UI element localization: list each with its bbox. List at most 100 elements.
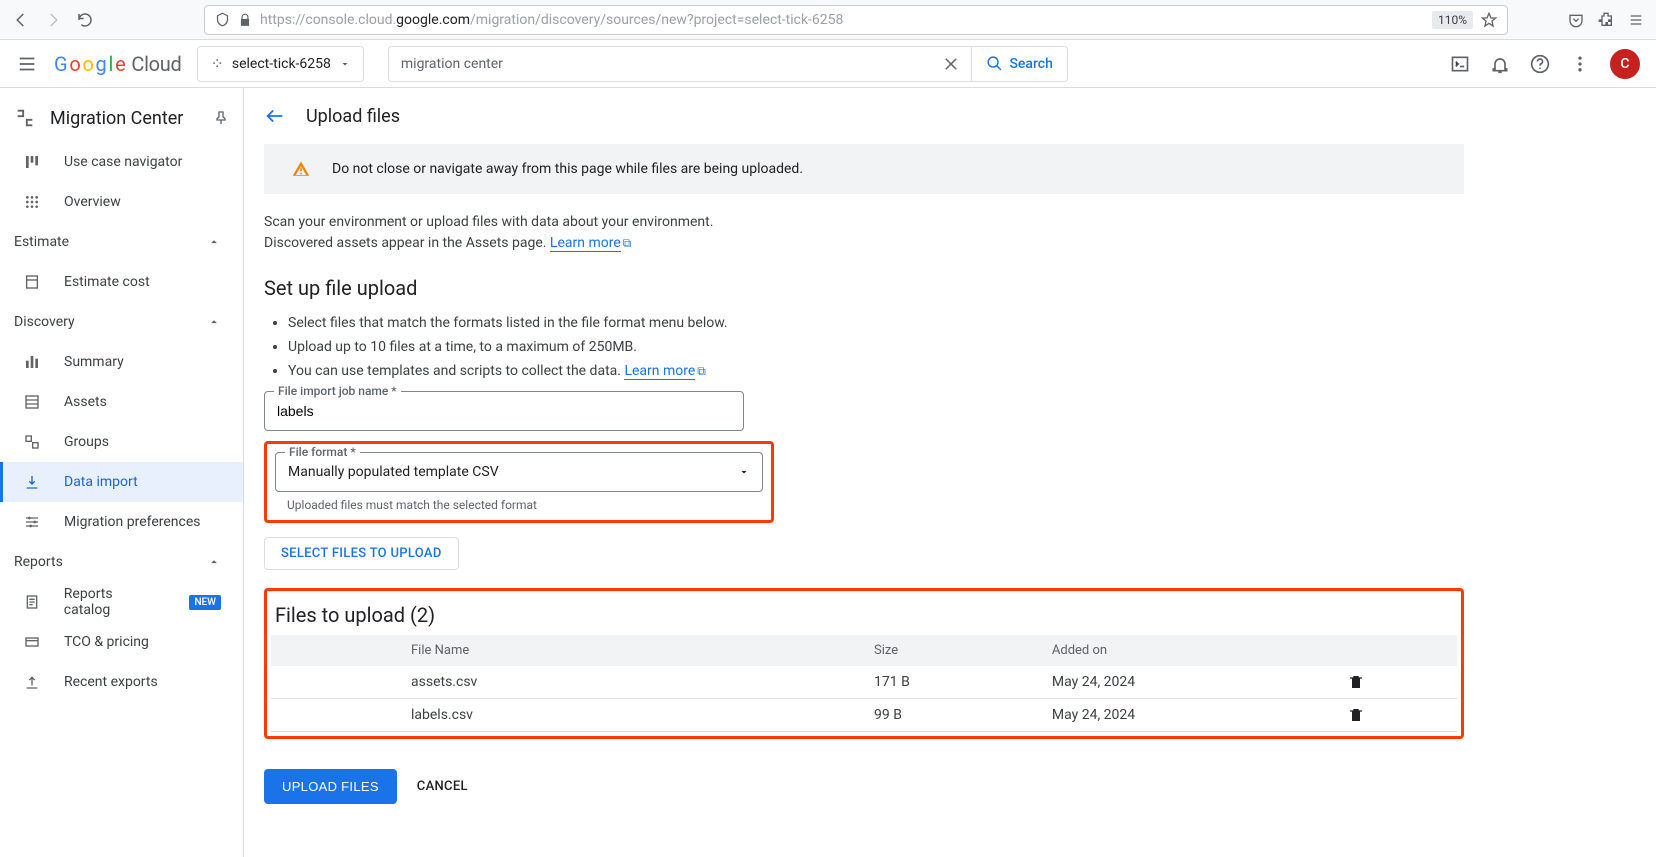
search-input[interactable]: migration center (389, 47, 932, 81)
grid-icon (22, 194, 42, 210)
clear-search-button[interactable] (931, 47, 971, 81)
upload-files-button[interactable]: UPLOAD FILES (264, 769, 397, 804)
intro-text: Scan your environment or upload files wi… (264, 212, 764, 254)
main-menu-icon[interactable] (16, 53, 38, 75)
product-title: Migration Center (50, 108, 199, 129)
upload-icon (22, 674, 42, 690)
product-icon (14, 107, 36, 129)
sidebar-item-groups[interactable]: Groups (0, 422, 243, 462)
file-format-highlight: File format * Manually populated templat… (264, 441, 774, 523)
file-format-field: File format * Manually populated templat… (275, 452, 763, 492)
back-arrow-icon[interactable] (264, 105, 286, 127)
warning-banner: Do not close or navigate away from this … (264, 144, 1464, 194)
groups-icon (22, 434, 42, 450)
card-icon (22, 634, 42, 650)
document-icon (22, 594, 42, 610)
cloud-shell-icon[interactable] (1450, 54, 1470, 74)
url-text: https://console.cloud.google.com/migrati… (260, 12, 1424, 28)
delete-file-button[interactable] (1348, 674, 1437, 690)
page-title: Upload files (306, 106, 400, 127)
chevron-up-icon (207, 555, 221, 569)
sidebar-item-migration-preferences[interactable]: Migration preferences (0, 502, 243, 542)
top-app-bar: Google Cloud ⁘ select-tick-6258 migratio… (0, 40, 1656, 88)
files-table: File Name Size Added on assets.csv 171 B… (271, 635, 1457, 732)
learn-more-link[interactable]: Learn more (624, 363, 695, 380)
chart-icon (22, 354, 42, 370)
job-name-field: File import job name * (264, 391, 744, 431)
pocket-icon[interactable] (1568, 12, 1584, 28)
url-bar[interactable]: https://console.cloud.google.com/migrati… (204, 5, 1508, 35)
chevron-up-icon (207, 315, 221, 329)
job-name-input[interactable] (277, 403, 731, 419)
chevron-down-icon (339, 58, 351, 70)
extensions-icon[interactable] (1598, 12, 1614, 28)
scoped-search: migration center Search (388, 46, 1068, 82)
sidebar-item-overview[interactable]: Overview (0, 182, 243, 222)
bullet-item: Select files that match the formats list… (288, 312, 1464, 336)
sidebar-item-use-case-navigator[interactable]: Use case navigator (0, 142, 243, 182)
list-icon (22, 394, 42, 410)
bookmark-star-icon[interactable] (1481, 12, 1497, 28)
external-link-icon: ⧉ (697, 364, 706, 378)
setup-title: Set up file upload (264, 276, 1464, 300)
app-menu-icon[interactable] (1628, 12, 1644, 28)
project-name: select-tick-6258 (232, 56, 331, 72)
section-discovery[interactable]: Discovery (0, 302, 243, 342)
avatar[interactable]: C (1610, 49, 1640, 79)
sidebar-item-recent-exports[interactable]: Recent exports (0, 662, 243, 702)
sidebar-item-reports-catalog[interactable]: Reports catalog NEW (0, 582, 243, 622)
th-size: Size (864, 635, 1042, 666)
sidebar-item-assets[interactable]: Assets (0, 382, 243, 422)
gcloud-logo[interactable]: Google Cloud (54, 52, 181, 76)
help-icon[interactable] (1530, 54, 1550, 74)
browser-reload-icon[interactable] (76, 11, 94, 29)
notifications-icon[interactable] (1490, 54, 1510, 74)
chevron-up-icon (207, 235, 221, 249)
more-icon[interactable] (1570, 54, 1590, 74)
setup-bullets: Select files that match the formats list… (288, 312, 1464, 383)
product-row: Migration Center (0, 94, 243, 142)
th-filename: File Name (271, 635, 864, 666)
sliders-icon (22, 514, 42, 530)
search-button[interactable]: Search (971, 47, 1066, 81)
sidebar-item-summary[interactable]: Summary (0, 342, 243, 382)
warning-icon (292, 160, 310, 178)
cancel-button[interactable]: CANCEL (417, 779, 468, 794)
dashboard-icon (22, 154, 42, 170)
files-highlight: Files to upload (2) File Name Size Added… (264, 588, 1464, 739)
warning-text: Do not close or navigate away from this … (332, 161, 803, 177)
shield-icon (215, 12, 230, 27)
browser-chrome: https://console.cloud.google.com/migrati… (0, 0, 1656, 40)
action-row: UPLOAD FILES CANCEL (264, 769, 1464, 804)
table-row: assets.csv 171 B May 24, 2024 (271, 666, 1457, 699)
learn-more-link[interactable]: Learn more (550, 235, 621, 252)
calculator-icon (22, 274, 42, 290)
import-icon (22, 474, 42, 490)
section-estimate[interactable]: Estimate (0, 222, 243, 262)
sidebar-item-tco-pricing[interactable]: TCO & pricing (0, 622, 243, 662)
pin-icon[interactable] (213, 110, 229, 126)
search-icon (986, 55, 1003, 72)
delete-file-button[interactable] (1348, 707, 1437, 723)
sidebar-item-estimate-cost[interactable]: Estimate cost (0, 262, 243, 302)
new-badge: NEW (189, 595, 221, 610)
file-format-helper: Uploaded files must match the selected f… (275, 498, 763, 512)
file-format-label: File format * (285, 445, 360, 459)
table-row: labels.csv 99 B May 24, 2024 (271, 699, 1457, 732)
external-link-icon: ⧉ (623, 236, 632, 250)
browser-forward-icon (44, 11, 62, 29)
browser-back-icon[interactable] (12, 11, 30, 29)
job-name-label: File import job name * (274, 384, 401, 398)
lock-icon (238, 13, 252, 27)
th-added: Added on (1042, 635, 1339, 666)
zoom-badge[interactable]: 110% (1432, 11, 1473, 29)
project-picker[interactable]: ⁘ select-tick-6258 (197, 46, 363, 82)
content-area: Upload files Do not close or navigate aw… (244, 88, 1656, 857)
sidebar-item-data-import[interactable]: Data import (0, 462, 243, 502)
chevron-down-icon (738, 466, 750, 478)
bullet-item: Upload up to 10 files at a time, to a ma… (288, 336, 1464, 360)
select-files-button[interactable]: SELECT FILES TO UPLOAD (264, 537, 459, 570)
section-reports[interactable]: Reports (0, 542, 243, 582)
files-title: Files to upload (2) (275, 603, 1457, 627)
content-header: Upload files (244, 88, 1656, 144)
